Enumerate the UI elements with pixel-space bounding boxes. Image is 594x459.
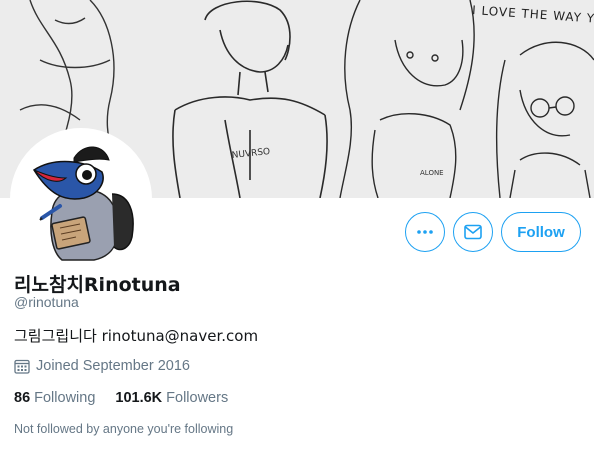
profile-avatar[interactable] xyxy=(10,128,152,270)
followers-stat-link[interactable]: 101.6K Followers xyxy=(115,390,228,406)
joined-date-text: Joined September 2016 xyxy=(36,358,190,374)
avatar-tuna-illustration xyxy=(14,132,148,266)
svg-text:ALONE: ALONE xyxy=(420,169,444,177)
message-button[interactable] xyxy=(453,212,493,252)
profile-handle: @rinotuna xyxy=(14,294,79,310)
profile-bio: 그림그립니다 rinotuna@naver.com xyxy=(14,327,259,345)
follow-stats: 86 Following 101.6K Followers xyxy=(14,390,248,406)
profile-display-name: 리노참치Rinotuna xyxy=(14,274,181,296)
following-stat-link[interactable]: 86 Following xyxy=(14,390,95,406)
followers-label: Followers xyxy=(166,390,229,406)
envelope-icon xyxy=(464,224,482,240)
follow-context-text: Not followed by anyone you're following xyxy=(14,422,234,436)
calendar-icon xyxy=(14,359,30,374)
following-count: 86 xyxy=(14,390,31,406)
follow-button[interactable]: Follow xyxy=(501,212,581,252)
more-dots-icon xyxy=(417,230,433,234)
followers-count: 101.6K xyxy=(115,390,163,406)
joined-date: Joined September 2016 xyxy=(14,358,190,374)
more-options-button[interactable] xyxy=(405,212,445,252)
following-label: Following xyxy=(34,390,96,406)
